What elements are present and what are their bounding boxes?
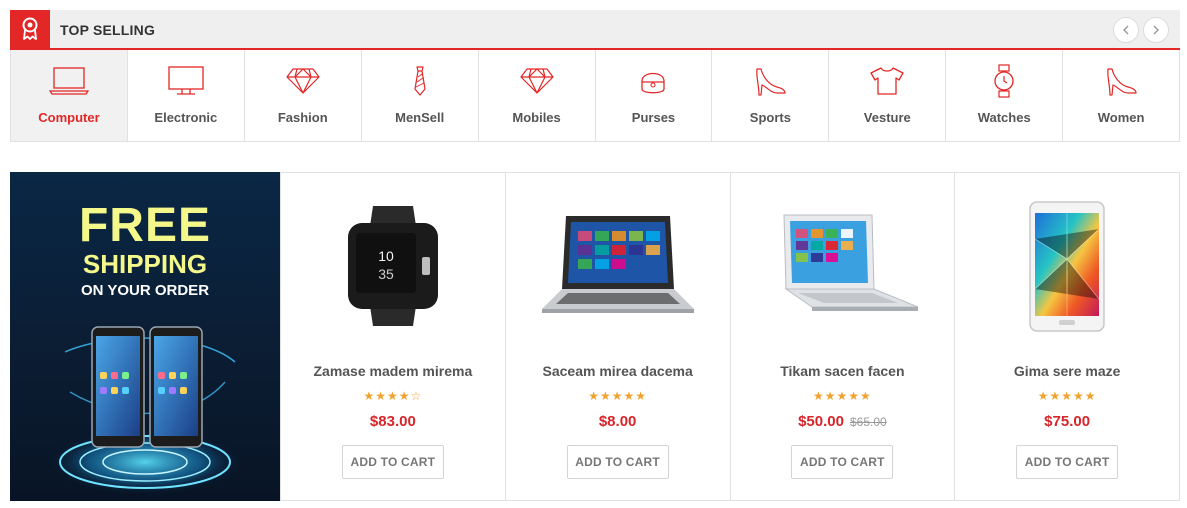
product-card[interactable]: Gima sere maze ★★★★★ $75.00 ADD TO CART (954, 173, 1179, 500)
category-tab-mensell[interactable]: MenSell (361, 50, 479, 141)
category-label: Vesture (863, 110, 911, 125)
category-tab-watches[interactable]: Watches (946, 50, 1064, 141)
carousel-next-button[interactable] (1143, 17, 1169, 43)
price: $75.00 (955, 413, 1179, 430)
category-tabs: Computer Electronic Fashion MenSell Mobi… (10, 50, 1180, 142)
category-label: Computer (38, 110, 100, 125)
old-price: $65.00 (849, 415, 887, 429)
product-name[interactable]: Zamase madem mirema (281, 363, 505, 379)
carousel-prev-button[interactable] (1113, 17, 1139, 43)
ultrabook-image[interactable] (731, 191, 955, 341)
current-price: $83.00 (369, 413, 416, 430)
current-price: $8.00 (598, 413, 637, 430)
category-label: Watches (977, 110, 1031, 125)
product-card[interactable]: Saceam mirea dacema ★★★★★ $8.00 ADD TO C… (504, 173, 730, 500)
category-tab-computer[interactable]: Computer (11, 50, 128, 141)
chevron-right-icon (1153, 25, 1159, 35)
laptop-icon (48, 64, 89, 98)
category-label: Mobiles (512, 110, 561, 125)
award-ribbon-icon (10, 10, 50, 48)
add-to-cart-button[interactable]: ADD TO CART (1016, 445, 1119, 479)
promo-headline: FREE (78, 199, 211, 252)
category-label: Fashion (277, 110, 328, 125)
purse-icon (638, 64, 668, 98)
add-to-cart-button[interactable]: ADD TO CART (341, 445, 444, 479)
tablet-image[interactable] (955, 191, 1179, 341)
svg-text:10: 10 (378, 248, 394, 264)
category-tab-purses[interactable]: Purses (595, 50, 713, 141)
section-title: TOP SELLING (60, 22, 156, 38)
smartwatch-image[interactable]: 10 35 (281, 191, 505, 341)
price: $83.00 (281, 413, 505, 430)
free-shipping-banner[interactable]: FREE SHIPPING ON YOUR ORDER (10, 172, 280, 501)
top-selling-header: TOP SELLING (10, 10, 1180, 50)
high-heel-icon (753, 64, 787, 98)
product-card[interactable]: 10 35 Zamase madem mirema ★★★★☆ $83.00 A… (280, 173, 505, 500)
add-to-cart-button[interactable]: ADD TO CART (566, 445, 669, 479)
necktie-icon (412, 64, 428, 98)
diamond-icon (519, 64, 555, 98)
category-tab-sports[interactable]: Sports (712, 50, 830, 141)
svg-text:35: 35 (378, 266, 394, 282)
diamond-icon (285, 64, 321, 98)
smartphones-hologram-image (50, 326, 240, 494)
tshirt-icon (869, 64, 905, 98)
category-label: Women (1097, 110, 1145, 125)
chevron-left-icon (1123, 25, 1129, 35)
rating-stars: ★★★★☆ (363, 389, 423, 403)
category-tab-vesture[interactable]: Vesture (829, 50, 947, 141)
category-label: Purses (631, 110, 676, 125)
rating-stars: ★★★★★ (588, 389, 648, 403)
product-name[interactable]: Gima sere maze (955, 363, 1179, 379)
product-card[interactable]: Tikam sacen facen ★★★★★ $50.00 $65.00 ADD… (729, 173, 955, 500)
category-tab-electronic[interactable]: Electronic (127, 50, 245, 141)
price: $50.00 $65.00 (731, 413, 955, 430)
product-name[interactable]: Saceam mirea dacema (506, 363, 730, 379)
product-grid: 10 35 Zamase madem mirema ★★★★☆ $83.00 A… (280, 172, 1180, 501)
price: $8.00 (506, 413, 730, 430)
category-tab-mobiles[interactable]: Mobiles (478, 50, 596, 141)
current-price: $50.00 (798, 413, 844, 430)
category-label: Electronic (154, 110, 218, 125)
wristwatch-icon (993, 64, 1015, 98)
promo-subheadline: SHIPPING (82, 249, 208, 279)
product-name[interactable]: Tikam sacen facen (731, 363, 955, 379)
high-heel-icon (1104, 64, 1138, 98)
monitor-icon (167, 64, 205, 98)
rating-stars: ★★★★★ (812, 389, 872, 403)
category-tab-fashion[interactable]: Fashion (244, 50, 362, 141)
promo-caption: ON YOUR ORDER (80, 282, 210, 299)
add-to-cart-button[interactable]: ADD TO CART (791, 445, 894, 479)
category-tab-women[interactable]: Women (1063, 50, 1180, 141)
current-price: $75.00 (1044, 413, 1091, 430)
category-label: Sports (749, 110, 791, 125)
rating-stars: ★★★★★ (1037, 389, 1097, 403)
category-label: MenSell (395, 110, 445, 125)
laptop-image[interactable] (506, 191, 730, 341)
